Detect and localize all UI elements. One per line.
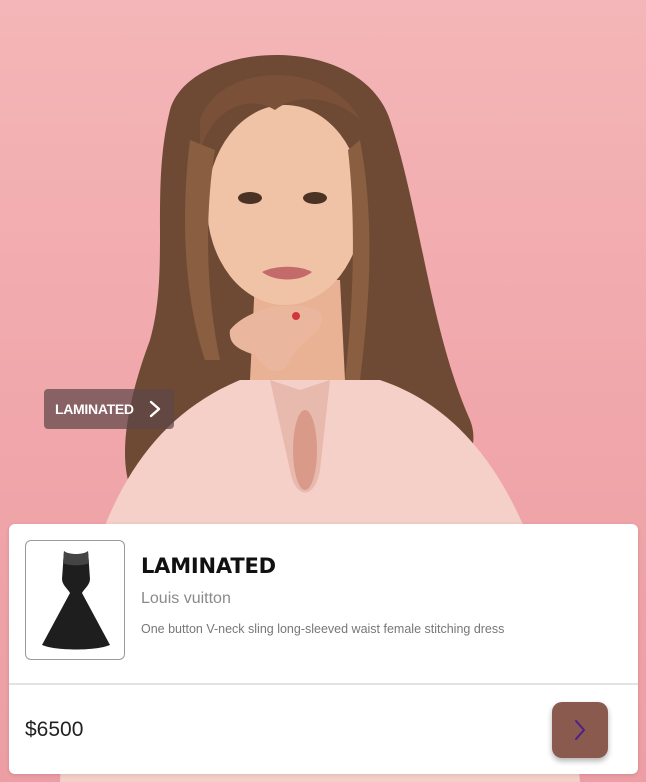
product-description: One button V-neck sling long-sleeved wai… xyxy=(141,622,505,636)
product-brand: Louis vuitton xyxy=(141,590,231,607)
divider xyxy=(9,683,638,685)
product-price: $6500 xyxy=(25,718,84,741)
black-dress-thumbnail[interactable] xyxy=(25,540,125,660)
chevron-right-icon xyxy=(575,720,585,740)
dress-image xyxy=(42,551,110,650)
view-product-button[interactable] xyxy=(552,702,608,758)
product-title: LAMINATED xyxy=(141,554,276,578)
product-card: LAMINATED Louis vuitton One button V-nec… xyxy=(9,524,638,774)
category-tag-label: LAMINATED xyxy=(55,401,134,417)
category-tag-button[interactable]: LAMINATED xyxy=(44,389,174,429)
chevron-right-icon xyxy=(149,400,161,418)
